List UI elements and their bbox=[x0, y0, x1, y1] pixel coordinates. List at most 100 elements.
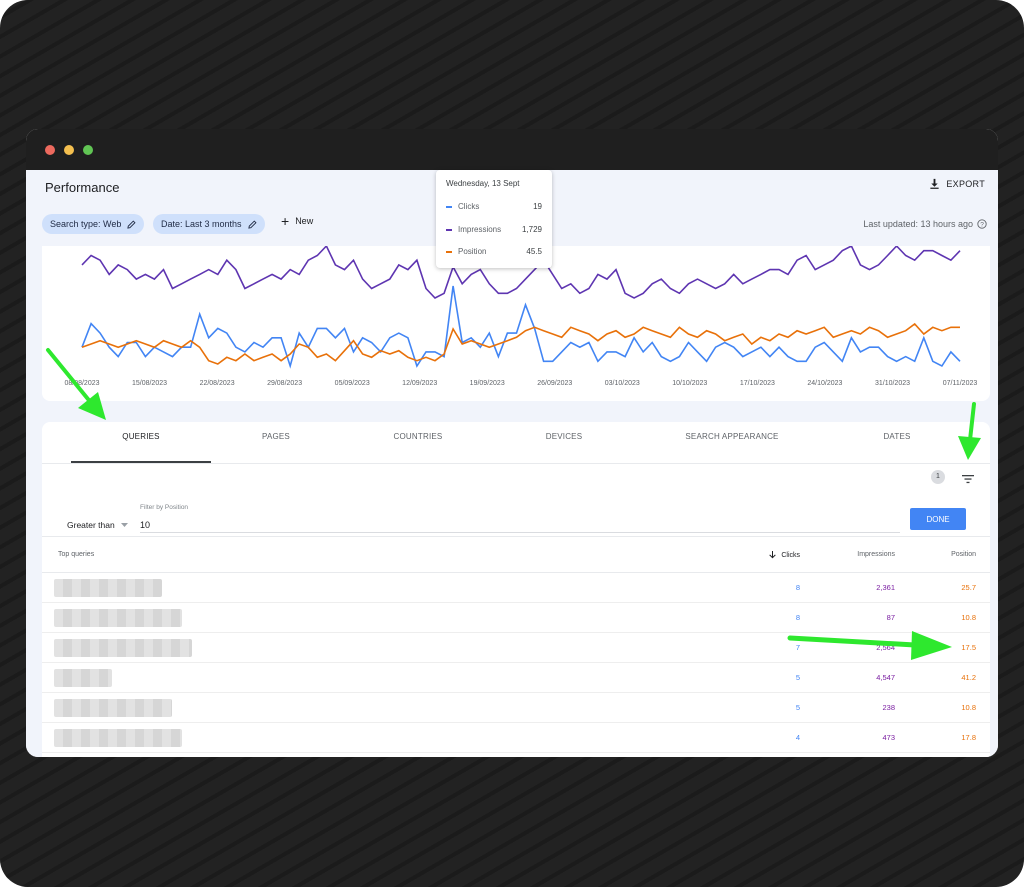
x-tick-label: 07/11/2023 bbox=[943, 380, 978, 387]
filter-rows-button[interactable] bbox=[962, 471, 974, 489]
impressions-cell: 87 bbox=[886, 613, 895, 622]
tab-search-appearance[interactable]: SEARCH APPEARANCE bbox=[662, 432, 802, 441]
report-table-card: QUERIES PAGES COUNTRIES DEVICES SEARCH A… bbox=[42, 422, 990, 757]
tab-countries[interactable]: COUNTRIES bbox=[348, 432, 488, 441]
blurred-query bbox=[54, 729, 182, 747]
x-tick-label: 17/10/2023 bbox=[740, 380, 775, 387]
x-tick-label: 10/10/2023 bbox=[672, 380, 707, 387]
position-cell: 17.8 bbox=[961, 733, 976, 742]
tab-pages[interactable]: PAGES bbox=[206, 432, 346, 441]
tab-dates[interactable]: DATES bbox=[827, 432, 967, 441]
plus-icon: + bbox=[281, 212, 290, 229]
performance-app: Performance EXPORT Search type: Web Date… bbox=[26, 170, 998, 757]
clicks-cell: 7 bbox=[795, 643, 800, 652]
tooltip-date: Wednesday, 13 Sept bbox=[446, 179, 520, 188]
impressions-cell: 4,547 bbox=[876, 673, 895, 682]
new-filter-label: New bbox=[295, 216, 314, 226]
last-updated-text: Last updated: 13 hours ago bbox=[863, 219, 973, 229]
filter-divider bbox=[42, 536, 990, 537]
tab-queries[interactable]: QUERIES bbox=[71, 432, 211, 441]
position-cell: 41.2 bbox=[961, 673, 976, 682]
table-row[interactable]: 5 4,547 41.2 bbox=[42, 663, 990, 693]
col-header-clicks[interactable]: Clicks bbox=[769, 551, 800, 559]
svg-text:?: ? bbox=[980, 221, 984, 228]
clicks-swatch bbox=[446, 205, 452, 208]
filter-count-badge: 1 bbox=[931, 470, 945, 484]
impressions-cell: 2,564 bbox=[876, 643, 895, 652]
blurred-query bbox=[54, 639, 192, 657]
x-tick-label: 12/09/2023 bbox=[402, 380, 437, 387]
position-filter-input[interactable] bbox=[140, 518, 900, 533]
x-tick-label: 24/10/2023 bbox=[807, 380, 842, 387]
clicks-cell: 8 bbox=[795, 613, 800, 622]
date-filter-label: Date: Last 3 months bbox=[161, 219, 242, 229]
performance-chart: 08/08/2023 15/08/2023 22/08/2023 29/08/2023… bbox=[42, 244, 990, 401]
table-row[interactable]: 7 2,564 17.5 bbox=[42, 633, 990, 663]
position-swatch bbox=[446, 250, 452, 253]
sort-down-arrow-icon bbox=[769, 551, 777, 559]
row-divider bbox=[42, 752, 990, 753]
tooltip-row-position: Position 45.5 bbox=[446, 247, 542, 256]
search-type-filter-chip[interactable]: Search type: Web bbox=[42, 214, 145, 234]
page-title: Performance bbox=[45, 180, 120, 195]
x-tick-label: 08/08/2023 bbox=[64, 380, 99, 387]
tooltip-value: 1,729 bbox=[521, 225, 542, 234]
position-cell: 10.8 bbox=[961, 613, 976, 622]
col-header-impressions[interactable]: Impressions bbox=[857, 551, 895, 558]
impressions-cell: 238 bbox=[882, 703, 895, 712]
x-tick-label: 26/09/2023 bbox=[537, 380, 572, 387]
tab-devices[interactable]: DEVICES bbox=[494, 432, 634, 441]
comparator-select[interactable]: Greater than bbox=[67, 520, 128, 530]
col-header-queries: Top queries bbox=[58, 551, 95, 558]
tooltip-value: 45.5 bbox=[526, 247, 542, 256]
done-button[interactable]: DONE bbox=[910, 508, 966, 530]
x-tick-label: 22/08/2023 bbox=[200, 380, 235, 387]
table-row[interactable]: 5 238 10.8 bbox=[42, 693, 990, 723]
x-tick-label: 05/09/2023 bbox=[335, 380, 370, 387]
x-tick-label: 03/10/2023 bbox=[605, 380, 640, 387]
clicks-cell: 5 bbox=[795, 703, 800, 712]
tabs-divider bbox=[42, 463, 990, 464]
filter-field-label: Filter by Position bbox=[140, 504, 189, 511]
chart-canvas[interactable]: 08/08/2023 15/08/2023 22/08/2023 29/08/2023… bbox=[42, 244, 990, 401]
edit-pencil-icon bbox=[247, 219, 257, 229]
table-row[interactable]: 8 2,361 25.7 bbox=[42, 573, 990, 603]
x-tick-label: 31/10/2023 bbox=[875, 380, 910, 387]
tooltip-label: Clicks bbox=[458, 202, 480, 211]
tooltip-row-impressions: Impressions 1,729 bbox=[446, 225, 542, 234]
download-icon bbox=[930, 178, 939, 189]
series-line-clicks bbox=[81, 285, 961, 369]
table-row[interactable]: 8 87 10.8 bbox=[42, 603, 990, 633]
minimize-window-dot[interactable] bbox=[64, 145, 74, 155]
dropdown-arrow-icon bbox=[120, 523, 128, 527]
tooltip-label: Impressions bbox=[458, 225, 502, 234]
filter-icon bbox=[962, 475, 974, 484]
maximize-window-dot[interactable] bbox=[83, 145, 93, 155]
blurred-query bbox=[54, 579, 162, 597]
col-header-position[interactable]: Position bbox=[951, 551, 976, 558]
clicks-cell: 8 bbox=[795, 583, 800, 592]
export-label: EXPORT bbox=[946, 178, 985, 189]
tooltip-value: 19 bbox=[533, 202, 542, 211]
tooltip-label: Position bbox=[458, 247, 487, 256]
help-icon[interactable]: ? bbox=[977, 219, 987, 229]
export-button[interactable]: EXPORT bbox=[929, 178, 985, 189]
new-filter-button[interactable]: + New bbox=[281, 212, 314, 229]
position-cell: 25.7 bbox=[961, 583, 976, 592]
tooltip-row-clicks: Clicks 19 bbox=[446, 202, 542, 211]
date-filter-chip[interactable]: Date: Last 3 months bbox=[153, 214, 265, 234]
x-tick-label: 15/08/2023 bbox=[132, 380, 167, 387]
x-tick-label: 29/08/2023 bbox=[267, 380, 302, 387]
window-titlebar bbox=[26, 129, 998, 170]
impressions-cell: 2,361 bbox=[876, 583, 895, 592]
impressions-swatch bbox=[446, 228, 452, 231]
chart-tooltip: Wednesday, 13 Sept Clicks 19 Impressions… bbox=[436, 170, 552, 268]
close-window-dot[interactable] bbox=[45, 145, 55, 155]
last-updated: Last updated: 13 hours ago ? bbox=[863, 219, 987, 229]
browser-window: Performance EXPORT Search type: Web Date… bbox=[26, 129, 998, 757]
clicks-header-label: Clicks bbox=[781, 551, 800, 559]
position-cell: 17.5 bbox=[961, 643, 976, 652]
table-row[interactable]: 4 473 17.8 bbox=[42, 723, 990, 753]
screenshot-frame: Performance EXPORT Search type: Web Date… bbox=[0, 0, 1024, 887]
blurred-query bbox=[54, 609, 182, 627]
